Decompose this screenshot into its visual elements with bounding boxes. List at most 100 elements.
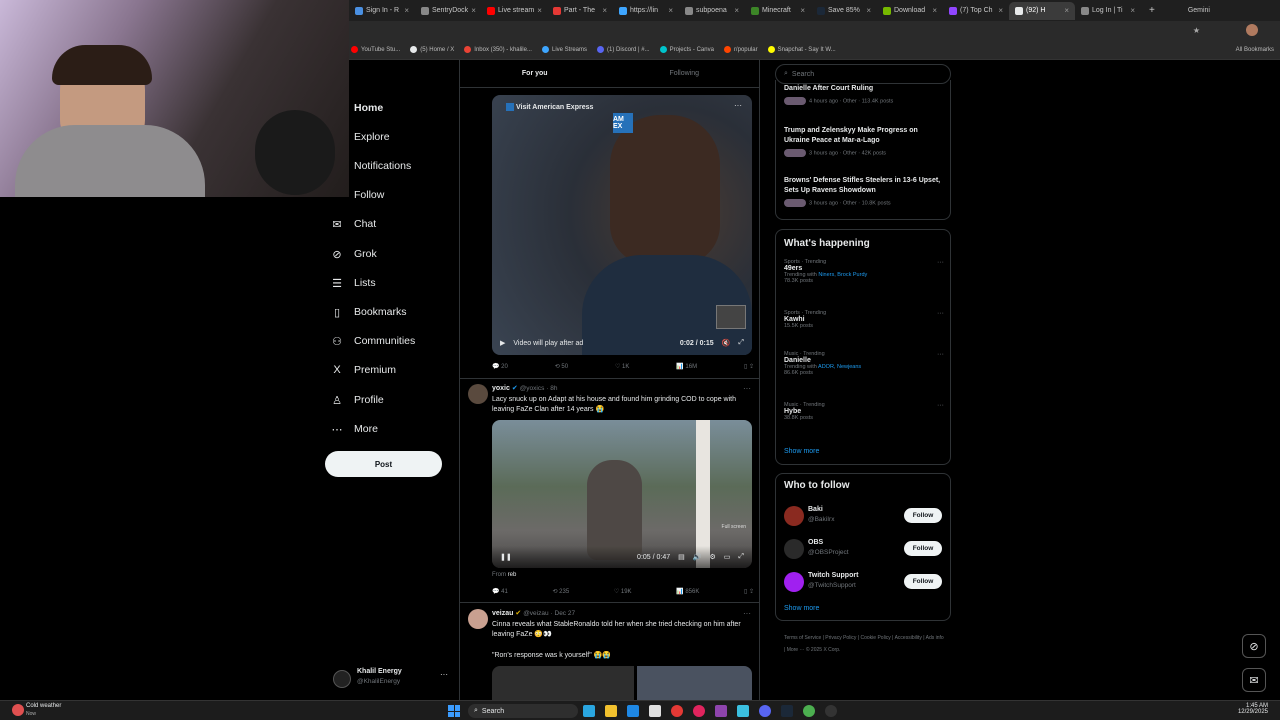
show-more-link[interactable]: Show more	[784, 448, 819, 455]
play-icon[interactable]: ▶	[500, 339, 505, 347]
trend-more-icon[interactable]: ···	[937, 259, 944, 266]
new-tab-button[interactable]: +	[1141, 5, 1163, 16]
tab-for-you[interactable]: For you	[460, 60, 610, 87]
browser-tab[interactable]: (7) Top Ch ×	[943, 2, 1009, 20]
ad-sponsor-label[interactable]: Visit American Express	[506, 103, 593, 111]
nav-item-explore[interactable]: Explore	[330, 127, 390, 147]
bookmark-item[interactable]: Snapchat - Say It W...	[767, 46, 836, 53]
close-tab-icon[interactable]: ×	[471, 6, 476, 15]
close-tab-icon[interactable]: ×	[734, 6, 739, 15]
edge-icon[interactable]	[627, 705, 639, 717]
views-button[interactable]: 📊 856K	[676, 588, 699, 595]
volume-icon[interactable]: 🔊	[693, 553, 702, 561]
chrome-icon[interactable]	[803, 705, 815, 717]
nav-item-bookmarks[interactable]: ▯ Bookmarks	[330, 302, 407, 322]
windows-start-icon[interactable]	[448, 705, 460, 717]
gemini-button[interactable]: Gemini	[1188, 7, 1210, 14]
nav-item-home[interactable]: Home	[330, 98, 383, 118]
trend-item[interactable]: Sports · Trending Kawhi 15.5K posts ···	[784, 310, 944, 329]
nav-item-notifications[interactable]: Notifications	[330, 156, 411, 176]
store-icon[interactable]	[649, 705, 661, 717]
like-button[interactable]: ♡ 1K	[615, 363, 629, 370]
bookmark-item[interactable]: Projects - Canva	[659, 46, 714, 53]
close-tab-icon[interactable]: ×	[800, 6, 805, 15]
browser-url-bar[interactable]: ★	[349, 21, 1280, 40]
footer-links[interactable]: Terms of Service | Privacy Policy | Cook…	[784, 632, 944, 656]
news-item[interactable]: Trump and Zelenskyy Make Progress on Ukr…	[784, 126, 944, 157]
file-explorer-icon[interactable]	[605, 705, 617, 717]
star-icon[interactable]: ★	[1193, 26, 1200, 35]
browser-tab[interactable]: Log In | Ti ×	[1075, 2, 1141, 20]
news-item[interactable]: Danielle After Court Ruling 4 hours ago ·…	[784, 84, 944, 105]
grok-float-icon[interactable]: ⊘	[1242, 634, 1266, 658]
nav-item-chat[interactable]: ✉ Chat	[330, 214, 376, 234]
from-name[interactable]: reb	[508, 572, 517, 578]
ad-video[interactable]: Visit American Express AM EX ··· ▶ Video…	[492, 95, 752, 355]
trend-more-icon[interactable]: ···	[937, 310, 944, 317]
follow-button[interactable]: Follow	[904, 574, 942, 589]
tweet-author-name[interactable]: yoxic	[492, 385, 510, 392]
taskbar-search[interactable]: ⌕ Search	[468, 704, 578, 718]
close-tab-icon[interactable]: ×	[602, 6, 607, 15]
browser-tab[interactable]: (92) H ×	[1009, 1, 1075, 20]
tweet-image-left[interactable]	[492, 666, 634, 700]
browser-tab[interactable]: Minecraft ×	[745, 2, 811, 20]
obs-icon[interactable]	[825, 705, 837, 717]
post-button[interactable]: Post	[325, 451, 442, 477]
show-more-link[interactable]: Show more	[784, 605, 819, 612]
pip-icon[interactable]: ▭	[724, 553, 731, 561]
tweet-author-name[interactable]: veizau	[492, 610, 513, 617]
weather-icon[interactable]	[12, 704, 24, 716]
bookmark-item[interactable]: YouTube Stu...	[351, 46, 400, 53]
nav-item-grok[interactable]: ⊘ Grok	[330, 244, 376, 264]
app-red-icon[interactable]	[671, 705, 683, 717]
profile-avatar-icon[interactable]	[1246, 24, 1258, 36]
trend-more-icon[interactable]: ···	[937, 351, 944, 358]
repost-button[interactable]: ⟲ 50	[555, 363, 568, 370]
tweet-more-icon[interactable]: ···	[743, 384, 751, 393]
trend-more-icon[interactable]: ···	[937, 402, 944, 409]
tweet-more-icon[interactable]: ···	[743, 609, 751, 618]
close-tab-icon[interactable]: ×	[998, 6, 1003, 15]
like-button[interactable]: ♡ 19K	[614, 588, 632, 595]
browser-tab[interactable]: Part - The ×	[547, 2, 613, 20]
reply-button[interactable]: 💬 41	[492, 588, 508, 595]
trend-links[interactable]: Niners, Brock Purdy	[818, 272, 867, 278]
bookmark-button[interactable]: ▯ ⇪	[744, 588, 754, 595]
who-to-follow-item[interactable]: OBS @OBSProject Follow	[776, 537, 950, 565]
system-clock[interactable]: 1:45 AM 12/29/2025	[1238, 703, 1268, 715]
bookmark-button[interactable]: ▯ ⇪	[744, 363, 754, 370]
close-tab-icon[interactable]: ×	[1064, 6, 1069, 15]
tweet-image-right[interactable]	[637, 666, 752, 700]
trend-links[interactable]: ADOR, Newjeans	[818, 364, 861, 370]
pause-icon[interactable]: ❚❚	[500, 553, 512, 561]
repost-button[interactable]: ⟲ 235	[552, 588, 569, 595]
discord-icon[interactable]	[759, 705, 771, 717]
tweet-time[interactable]: · 8h	[546, 385, 557, 392]
fullscreen-icon[interactable]: ⤢	[738, 339, 744, 347]
tweet-author-handle[interactable]: @veizau	[523, 610, 548, 617]
app-purple-icon[interactable]	[715, 705, 727, 717]
tweet-time[interactable]: · Dec 27	[551, 610, 576, 617]
browser-tab[interactable]: subpoena ×	[679, 2, 745, 20]
tab-following[interactable]: Following	[610, 60, 760, 87]
browser-tab[interactable]: SentryDock ×	[415, 2, 481, 20]
browser-tab[interactable]: Download ×	[877, 2, 943, 20]
nav-item-follow[interactable]: Follow	[330, 185, 384, 205]
trend-item[interactable]: Music · Trending Danielle Trending with AD…	[784, 351, 944, 376]
follow-button[interactable]: Follow	[904, 508, 942, 523]
browser-tab[interactable]: Sign In - R ×	[349, 2, 415, 20]
who-to-follow-item[interactable]: Baki @BakiIrx Follow	[776, 504, 950, 532]
nav-item-premium[interactable]: X Premium	[330, 360, 396, 380]
settings-icon[interactable]: ⚙	[709, 553, 715, 561]
tweet-author-handle[interactable]: @yoxics	[520, 385, 545, 392]
tweet-avatar[interactable]	[468, 609, 488, 629]
mute-icon[interactable]: 🔇	[722, 339, 731, 347]
close-tab-icon[interactable]: ×	[404, 6, 409, 15]
account-switcher[interactable]: Khalil Energy @KhalilEnergy ···	[333, 668, 453, 690]
messages-float-icon[interactable]: ✉	[1242, 668, 1266, 692]
bookmark-item[interactable]: r/popular	[723, 46, 758, 53]
trend-item[interactable]: Music · Trending Hybe 38.8K posts ···	[784, 402, 944, 421]
app-cyan-icon[interactable]	[737, 705, 749, 717]
bookmark-item[interactable]: (5) Home / X	[410, 46, 454, 53]
